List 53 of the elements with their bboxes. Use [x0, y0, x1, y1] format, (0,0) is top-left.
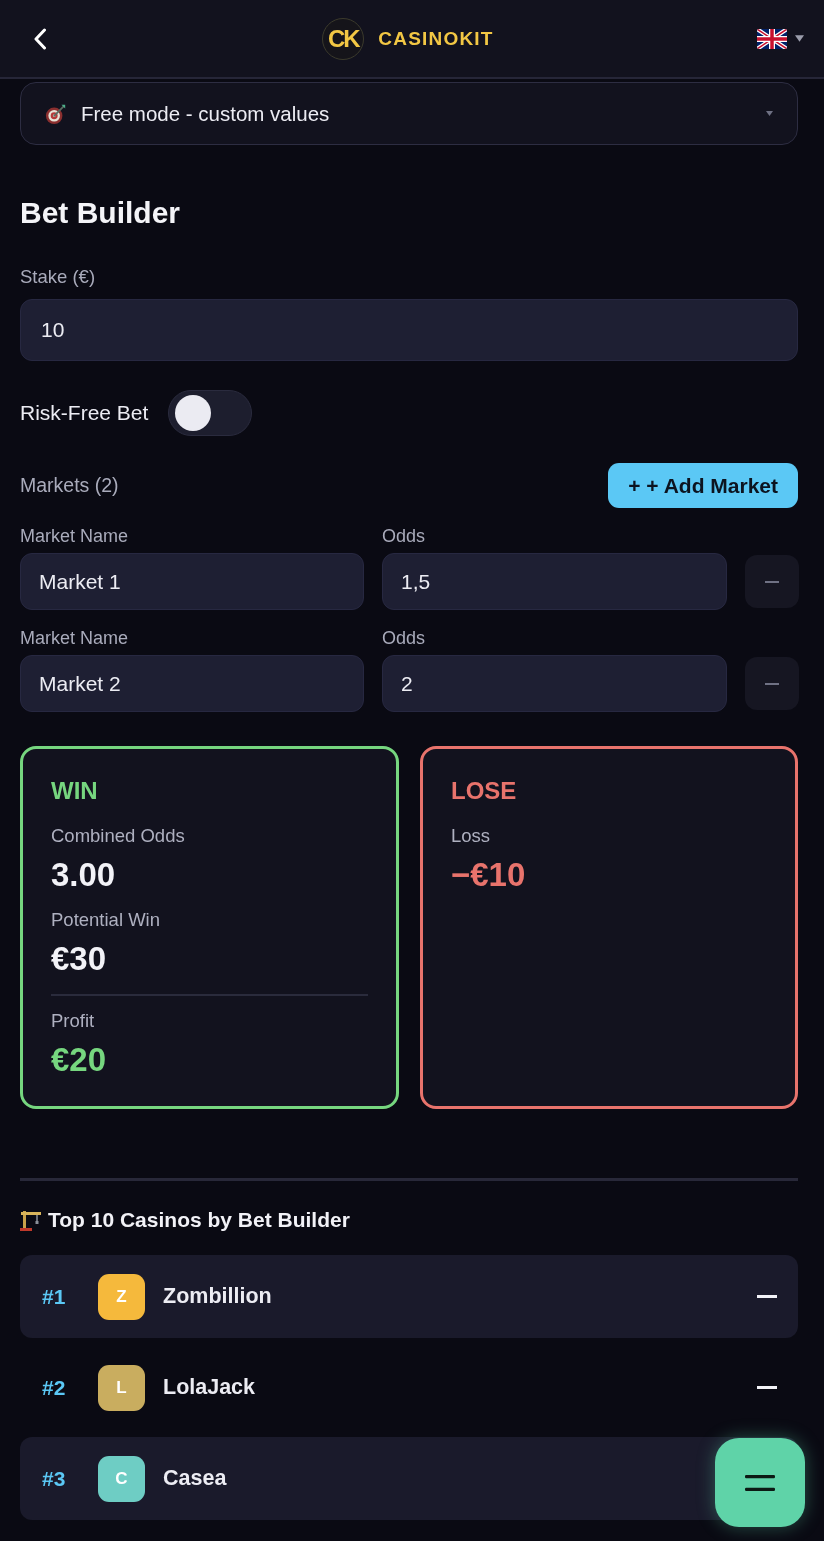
stat-value: €20: [51, 1041, 108, 1079]
casino-name: LolaJack: [163, 1375, 257, 1400]
stat-value: €30: [51, 940, 108, 978]
toggle-switch[interactable]: [168, 390, 253, 436]
back-icon: [33, 27, 47, 50]
minus-icon: [765, 580, 779, 583]
language-selector[interactable]: [757, 28, 804, 49]
field-label: Market Name: [20, 526, 130, 546]
rank-number: #2: [42, 1375, 67, 1400]
caret-icon: [766, 111, 773, 116]
toggle-label: Risk-Free Bet: [20, 401, 149, 425]
menu-icon: [745, 1474, 775, 1491]
rank-number: #1: [42, 1284, 67, 1309]
stat-label: Profit: [51, 1010, 96, 1032]
field-label: Market Name: [20, 628, 130, 648]
brand-name: CASINOKIT: [378, 27, 494, 50]
stat-label: Potential Win: [51, 909, 161, 931]
odds-input[interactable]: 1,5: [382, 553, 727, 610]
card-title: WIN: [51, 777, 99, 805]
crane-icon: [20, 1209, 42, 1231]
field-label: Odds: [382, 526, 427, 546]
flag-icon: [757, 28, 787, 49]
page-title: Bet Builder: [20, 195, 182, 231]
rank-number: #3: [42, 1466, 67, 1491]
stake-input[interactable]: 10: [20, 299, 798, 361]
menu-button[interactable]: [715, 1438, 805, 1527]
target-icon: [45, 102, 67, 125]
stat-value: −€10: [451, 856, 527, 894]
mode-dropdown[interactable]: Free mode - custom values: [20, 82, 798, 145]
casino-row[interactable]: #2 L LolaJack: [20, 1346, 798, 1429]
casino-logo: L: [98, 1364, 145, 1411]
section-title: Top 10 Casinos by Bet Builder: [48, 1208, 350, 1232]
casino-row[interactable]: #1 Z Zombillion: [20, 1255, 798, 1338]
casino-name: Zombillion: [163, 1284, 273, 1309]
market-name-input[interactable]: Market 1: [20, 553, 364, 610]
stat-value: 3.00: [51, 856, 117, 894]
field-label: Stake (€): [20, 266, 97, 288]
casino-name: Casea: [163, 1466, 228, 1491]
field-label: Odds: [382, 628, 427, 648]
casino-logo: Z: [98, 1273, 145, 1320]
minus-icon: [757, 1295, 777, 1298]
caret-icon: [795, 35, 804, 42]
section-label: Markets (2): [20, 474, 119, 497]
logo-mark: CK: [322, 17, 365, 60]
minus-icon: [757, 1386, 777, 1389]
casino-logo: C: [98, 1455, 145, 1502]
card-title: LOSE: [451, 777, 518, 805]
minus-icon: [765, 682, 779, 685]
stat-label: Combined Odds: [51, 825, 186, 847]
market-name-input[interactable]: Market 2: [20, 655, 364, 712]
add-market-button[interactable]: + + Add Market: [608, 463, 798, 508]
odds-input[interactable]: 2: [382, 655, 727, 712]
stat-label: Loss: [451, 825, 492, 847]
